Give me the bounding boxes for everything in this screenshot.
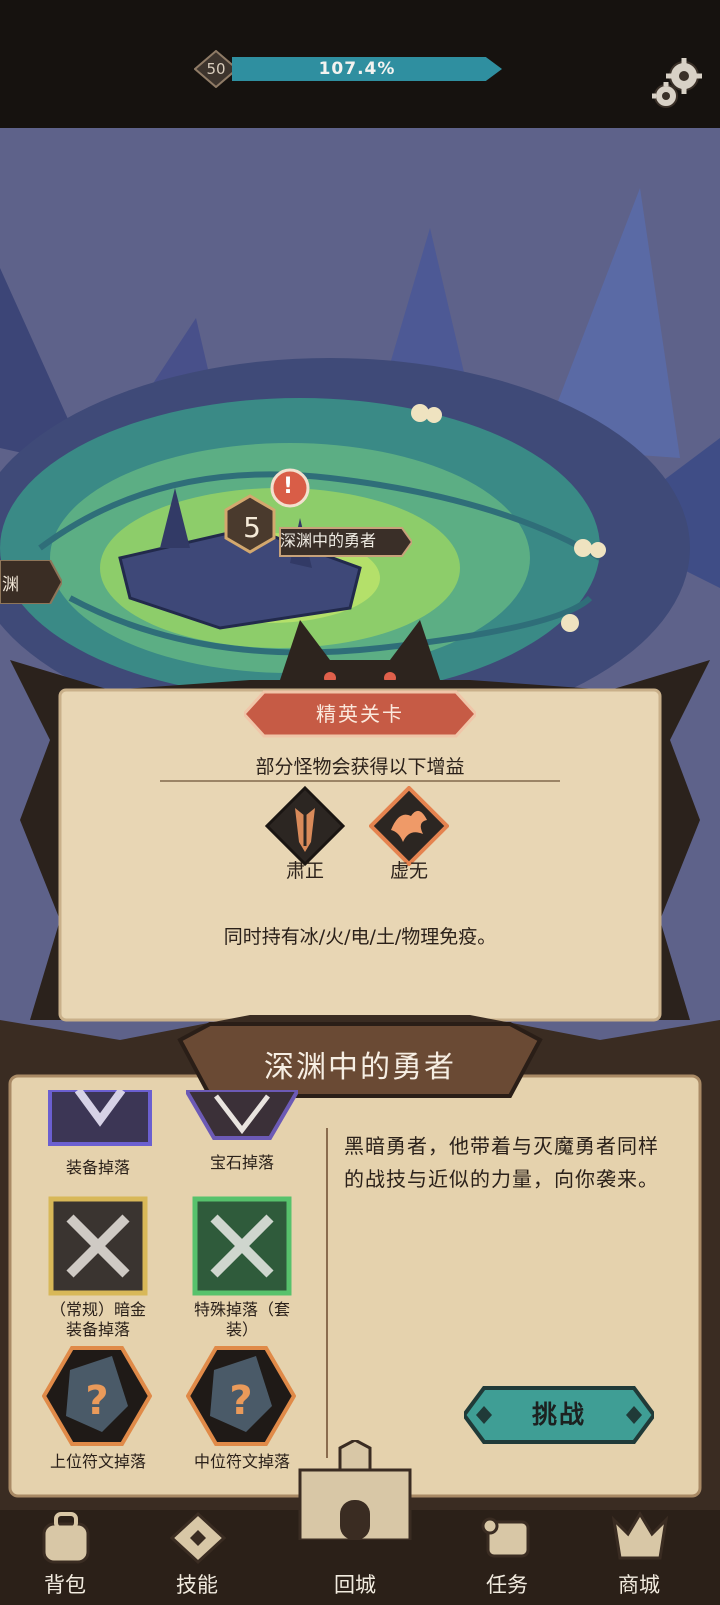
drop-label-dark-gold-line2: 装备掉落 [65, 1320, 130, 1339]
rune-unknown-icon[interactable]: ? [186, 1346, 296, 1446]
drop-label-set-line1: 特殊掉落（套 [193, 1300, 290, 1319]
nav-backpack[interactable]: 背包 [10, 1510, 120, 1605]
stage-title: 深渊中的勇者 [264, 1050, 456, 1085]
nav-quests[interactable]: 任务 [452, 1510, 562, 1605]
dark-pillar-icon[interactable] [265, 786, 345, 866]
nav-shop[interactable]: 商城 [584, 1510, 694, 1605]
rune-unknown-icon[interactable]: ? [42, 1346, 152, 1446]
drop-label-equipment: 装备掉落 [65, 1158, 130, 1177]
nav-return-town[interactable]: 回城 [300, 1510, 410, 1605]
nav-label-return-town: 回城 [334, 1573, 376, 1597]
xp-percent: 107.4% [318, 59, 396, 79]
nav-label-shop: 商城 [618, 1573, 660, 1597]
panel-divider [326, 1128, 328, 1458]
nav-label-quests: 任务 [486, 1573, 528, 1597]
svg-text:?: ? [229, 1378, 252, 1424]
scroll-icon [481, 1517, 530, 1558]
subtitle-divider [160, 780, 560, 782]
backpack-icon [42, 1512, 90, 1564]
gem-icon[interactable] [186, 1090, 298, 1142]
dark-gold-crossed-swords-icon[interactable] [48, 1196, 148, 1296]
void-flame-icon[interactable] [369, 786, 449, 866]
buff-subtitle: 部分怪物会获得以下增益 [255, 756, 465, 778]
elite-panel-frame [10, 620, 710, 1022]
drop-label-upper-rune: 上位符文掉落 [49, 1452, 146, 1471]
nav-label-skills: 技能 [176, 1573, 218, 1597]
stage-number: 5 [243, 511, 261, 544]
buff-label-xuwu: 虚无 [389, 860, 428, 882]
alert-icon: ! [282, 474, 294, 499]
side-area-label[interactable]: 渊 [2, 570, 19, 595]
set-crossed-swords-icon[interactable] [192, 1196, 292, 1296]
drop-label-gem: 宝石掉落 [209, 1153, 274, 1172]
buff-description: 同时持有冰/火/电/土/物理免疫。 [223, 926, 497, 948]
drop-label-set-line2: 装） [225, 1320, 258, 1339]
svg-text:?: ? [85, 1378, 108, 1424]
stage-node-name[interactable]: 深渊中的勇者 [280, 527, 376, 551]
equipment-icon[interactable] [48, 1090, 152, 1146]
buff-label-suzheng: 肃正 [285, 860, 324, 882]
shop-crown-icon [611, 1511, 669, 1560]
elite-stage-title: 精英关卡 [316, 702, 404, 726]
drop-label-set: 特殊掉落（套 装） [172, 1300, 312, 1340]
nav-skills[interactable]: 技能 [142, 1510, 252, 1605]
drop-label-dark-gold: （常规）暗金 装备掉落 [28, 1300, 168, 1340]
challenge-button-label[interactable]: 挑战 [464, 1384, 654, 1446]
stage-story-text: 黑暗勇者，他带着与灭魔勇者同样的战技与近似的力量，向你袭来。 [344, 1134, 659, 1191]
drop-label-dark-gold-line1: （常规）暗金 [49, 1300, 146, 1319]
skill-icon [170, 1512, 226, 1564]
nav-label-backpack: 背包 [44, 1573, 86, 1597]
settings-gear-icon[interactable] [648, 56, 706, 114]
